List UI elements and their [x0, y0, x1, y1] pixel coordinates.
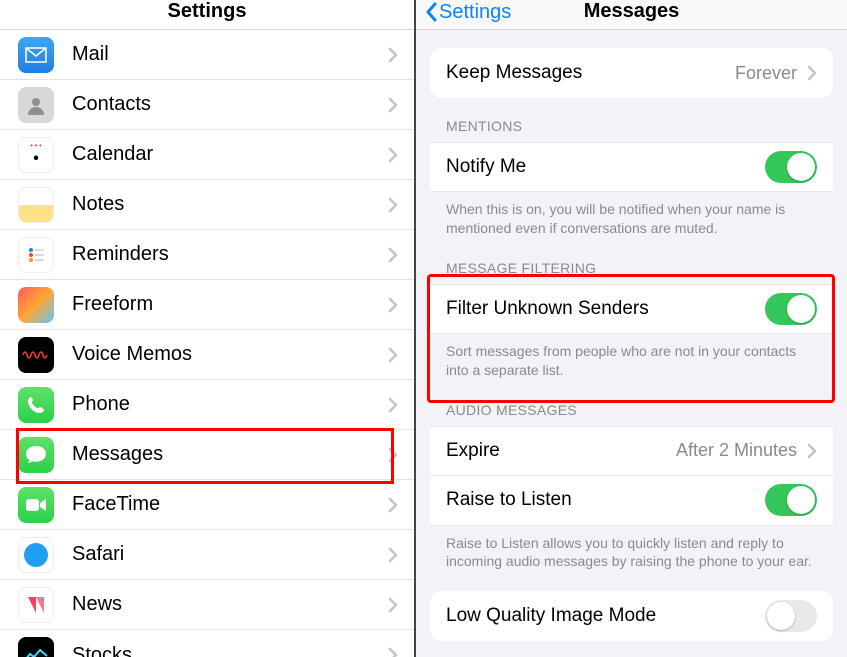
contacts-icon [18, 87, 54, 123]
chevron-right-icon [807, 443, 817, 459]
filter-unknown-cell[interactable]: Filter Unknown Senders [430, 284, 833, 334]
notify-me-label: Notify Me [446, 156, 765, 178]
reminders-icon [18, 237, 54, 273]
facetime-icon [18, 487, 54, 523]
back-label: Settings [439, 1, 511, 24]
chevron-left-icon [424, 0, 440, 24]
list-item[interactable]: Messages [0, 430, 414, 480]
expire-cell[interactable]: Expire After 2 Minutes [430, 426, 833, 476]
list-item-label: Voice Memos [72, 343, 388, 366]
list-item[interactable]: FaceTime [0, 480, 414, 530]
messages-icon [18, 437, 54, 473]
list-item[interactable]: Safari [0, 530, 414, 580]
chevron-right-icon [388, 397, 398, 413]
raise-listen-cell[interactable]: Raise to Listen [430, 476, 833, 526]
chevron-right-icon [388, 247, 398, 263]
messages-settings-pane: Settings Messages Keep Messages Forever … [416, 0, 847, 657]
chevron-right-icon [388, 497, 398, 513]
keep-messages-label: Keep Messages [446, 62, 735, 84]
safari-icon [18, 537, 54, 573]
list-item[interactable]: Mail [0, 30, 414, 80]
back-button[interactable]: Settings [424, 0, 511, 24]
raise-listen-toggle[interactable] [765, 484, 817, 516]
list-item[interactable]: Freeform [0, 280, 414, 330]
keep-messages-cell[interactable]: Keep Messages Forever [430, 48, 833, 98]
settings-list[interactable]: Mail Contacts • • •• Calendar Notes Remi… [0, 30, 414, 657]
list-item-label: Contacts [72, 93, 388, 116]
chevron-right-icon [388, 347, 398, 363]
raise-listen-label: Raise to Listen [446, 489, 765, 511]
chevron-right-icon [388, 47, 398, 63]
list-item[interactable]: Voice Memos [0, 330, 414, 380]
chevron-right-icon [388, 97, 398, 113]
list-item-label: Safari [72, 543, 388, 566]
chevron-right-icon [388, 597, 398, 613]
audio-footer: Raise to Listen allows you to quickly li… [416, 526, 847, 574]
list-item-label: Calendar [72, 143, 388, 166]
list-item[interactable]: Phone [0, 380, 414, 430]
list-item-label: Mail [72, 43, 388, 66]
list-item-label: Notes [72, 193, 388, 216]
chevron-right-icon [807, 65, 817, 81]
audio-group: AUDIO MESSAGES Expire After 2 Minutes Ra… [416, 394, 847, 574]
mail-icon [18, 37, 54, 73]
freeform-icon [18, 287, 54, 323]
voicememos-icon [18, 337, 54, 373]
filter-unknown-label: Filter Unknown Senders [446, 298, 765, 320]
keep-messages-value: Forever [735, 63, 797, 84]
notify-me-cell[interactable]: Notify Me [430, 142, 833, 192]
list-item-label: Stocks [72, 644, 388, 657]
mentions-footer: When this is on, you will be notified wh… [416, 192, 847, 240]
mentions-header: MENTIONS [416, 110, 847, 142]
audio-header: AUDIO MESSAGES [416, 394, 847, 426]
filter-unknown-toggle[interactable] [765, 293, 817, 325]
chevron-right-icon [388, 197, 398, 213]
messages-settings-scroll[interactable]: Keep Messages Forever MENTIONS Notify Me… [416, 30, 847, 657]
left-title: Settings [168, 0, 247, 23]
list-item[interactable]: Contacts [0, 80, 414, 130]
stocks-icon [18, 637, 54, 657]
low-quality-cell[interactable]: Low Quality Image Mode [430, 591, 833, 641]
filtering-group: MESSAGE FILTERING Filter Unknown Senders… [416, 252, 847, 382]
expire-value: After 2 Minutes [676, 440, 797, 461]
list-item-label: FaceTime [72, 493, 388, 516]
right-header: Settings Messages [416, 0, 847, 30]
notes-icon [18, 187, 54, 223]
keep-messages-group: Keep Messages Forever [416, 48, 847, 98]
list-item-label: Reminders [72, 243, 388, 266]
list-item[interactable]: News [0, 580, 414, 630]
list-item[interactable]: Notes [0, 180, 414, 230]
filtering-footer: Sort messages from people who are not in… [416, 334, 847, 382]
low-quality-toggle[interactable] [765, 600, 817, 632]
lowquality-group: Low Quality Image Mode [416, 591, 847, 641]
low-quality-label: Low Quality Image Mode [446, 605, 765, 627]
notify-me-toggle[interactable] [765, 151, 817, 183]
chevron-right-icon [388, 147, 398, 163]
list-item-label: News [72, 593, 388, 616]
settings-main-pane: Settings Mail Contacts • • •• Calendar N… [0, 0, 416, 657]
chevron-right-icon [388, 547, 398, 563]
filtering-header: MESSAGE FILTERING [416, 252, 847, 284]
chevron-right-icon [388, 447, 398, 463]
chevron-right-icon [388, 297, 398, 313]
list-item-label: Messages [72, 443, 388, 466]
news-icon [18, 587, 54, 623]
right-title: Messages [584, 0, 680, 23]
calendar-icon: • • •• [18, 137, 54, 173]
list-item[interactable]: Stocks [0, 630, 414, 657]
left-header: Settings [0, 0, 414, 30]
mentions-group: MENTIONS Notify Me When this is on, you … [416, 110, 847, 240]
list-item-label: Phone [72, 393, 388, 416]
expire-label: Expire [446, 440, 676, 462]
chevron-right-icon [388, 647, 398, 657]
phone-icon [18, 387, 54, 423]
list-item[interactable]: • • •• Calendar [0, 130, 414, 180]
list-item-label: Freeform [72, 293, 388, 316]
list-item[interactable]: Reminders [0, 230, 414, 280]
